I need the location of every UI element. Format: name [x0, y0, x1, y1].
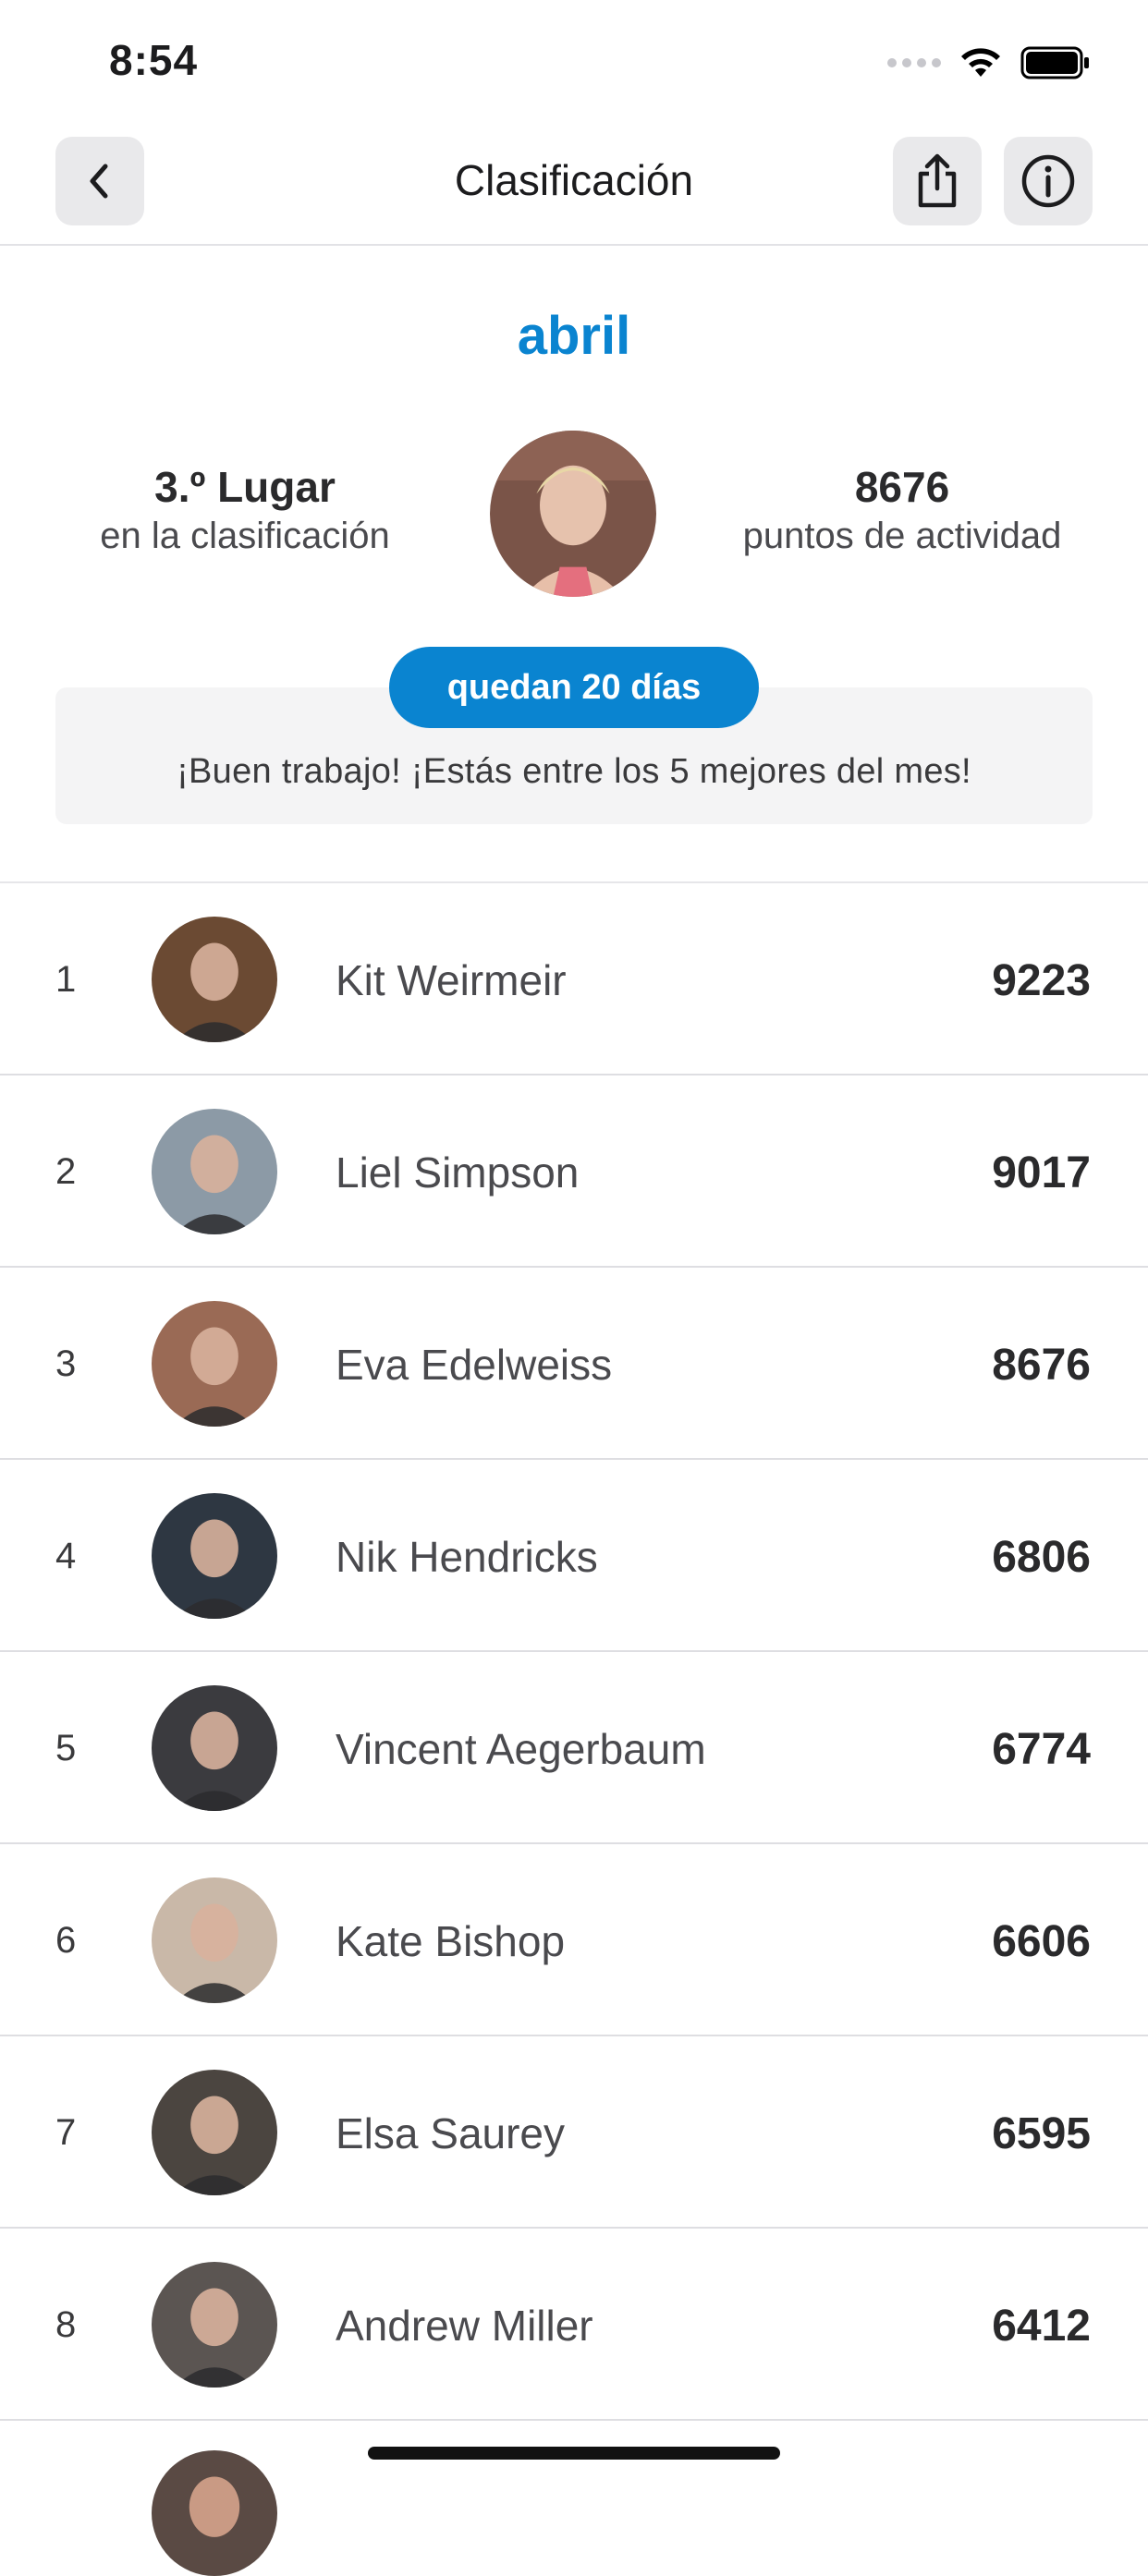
battery-icon [1020, 46, 1089, 79]
athlete-points: 6606 [992, 1917, 1091, 1966]
avatar [152, 917, 277, 1042]
leaderboard-row[interactable]: 8 Andrew Miller 6412 [0, 2229, 1148, 2421]
leaderboard-row[interactable]: 7 Elsa Saurey 6595 [0, 2036, 1148, 2229]
avatar [152, 2262, 277, 2388]
home-indicator[interactable] [368, 2447, 780, 2460]
rank-number: 6 [55, 1920, 77, 1961]
share-button[interactable] [893, 137, 982, 225]
month-title: abril [517, 306, 631, 366]
athlete-points: 9223 [992, 956, 1091, 1005]
wifi-icon [961, 48, 1000, 77]
place-value: 3.º Lugar [154, 463, 336, 511]
avatar [152, 1685, 277, 1811]
points-label: puntos de actividad [742, 516, 1062, 556]
current-user-avatar [490, 431, 656, 597]
athlete-points: 6412 [992, 2302, 1091, 2351]
rank-number: 5 [55, 1728, 77, 1768]
rank-number: 4 [55, 1536, 77, 1576]
rank-number: 1 [55, 959, 77, 1000]
place-stat: 3.º Lugar en la clasificación [51, 462, 439, 557]
leaderboard-row[interactable]: 6 Kate Bishop 6606 [0, 1844, 1148, 2036]
avatar [152, 1877, 277, 2003]
athlete-name: Kit Weirmeir [336, 956, 567, 1004]
athlete-name: Vincent Aegerbaum [336, 1725, 706, 1773]
points-stat: 8676 puntos de actividad [708, 462, 1096, 557]
rank-number: 2 [55, 1151, 77, 1192]
athlete-name: Andrew Miller [336, 2302, 593, 2350]
leaderboard-row[interactable]: 4 Nik Hendricks 6806 [0, 1460, 1148, 1652]
rank-number: 7 [55, 2112, 77, 2153]
points-value: 8676 [854, 463, 950, 511]
athlete-name: Eva Edelweiss [336, 1341, 613, 1389]
athlete-name: Liel Simpson [336, 1148, 580, 1197]
athlete-points: 6806 [992, 1533, 1091, 1582]
signal-icon [887, 58, 941, 67]
athlete-points: 6774 [992, 1725, 1091, 1774]
leaderboard-row[interactable]: 2 Liel Simpson 9017 [0, 1075, 1148, 1268]
info-button[interactable] [1004, 137, 1093, 225]
leaderboard-row[interactable]: 5 Vincent Aegerbaum 6774 [0, 1652, 1148, 1844]
days-left-badge: quedan 20 días [389, 647, 759, 728]
athlete-points: 9017 [992, 1148, 1091, 1197]
rank-number: 8 [55, 2304, 77, 2345]
navigation-bar: Clasificación [0, 122, 1148, 246]
athlete-points: 6595 [992, 2109, 1091, 2158]
share-icon [918, 153, 957, 208]
rank-number: 3 [55, 1343, 77, 1384]
avatar [152, 2070, 277, 2195]
avatar [152, 1493, 277, 1619]
athlete-name: Nik Hendricks [336, 1533, 598, 1581]
leaderboard-row[interactable]: 3 Eva Edelweiss 8676 [0, 1268, 1148, 1460]
avatar [152, 1109, 277, 1234]
leaderboard-row[interactable]: 1 Kit Weirmeir 9223 [0, 883, 1148, 1075]
info-icon [1021, 154, 1075, 208]
motivation-message: ¡Buen trabajo! ¡Estás entre los 5 mejore… [177, 752, 971, 791]
avatar [152, 2450, 277, 2576]
leaderboard-list: 1 Kit Weirmeir 9223 2 Liel Simpson 9017 3 Eva E… [0, 881, 1148, 2421]
athlete-name: Kate Bishop [336, 1917, 566, 1965]
avatar [152, 1301, 277, 1427]
athlete-name: Elsa Saurey [336, 2109, 566, 2157]
status-bar: 8:54 [0, 0, 1148, 122]
status-icons [887, 43, 1091, 83]
athlete-points: 8676 [992, 1341, 1091, 1390]
status-time: 8:54 [109, 36, 199, 84]
place-label: en la clasificación [100, 516, 390, 556]
